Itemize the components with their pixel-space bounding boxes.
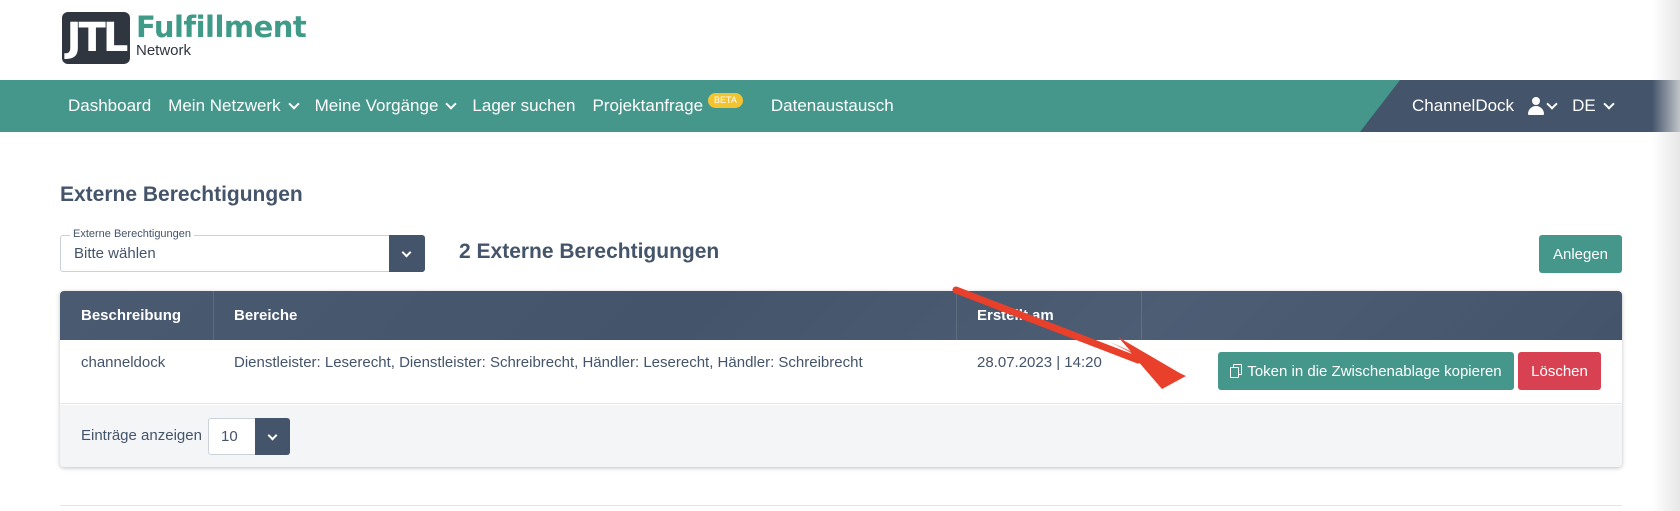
user-icon xyxy=(1528,97,1545,115)
user-menu[interactable] xyxy=(1514,97,1558,115)
permissions-table: Beschreibung Bereiche Erstellt am channe… xyxy=(60,291,1622,467)
column-header-beschreibung: Beschreibung xyxy=(81,307,182,324)
page-size-select[interactable]: 10 xyxy=(208,418,290,455)
cell-erstellt-am: 28.07.2023 | 14:20 xyxy=(977,354,1102,371)
logo-title: Fulfillment xyxy=(136,10,307,44)
results-count: 2 Externe Berechtigungen xyxy=(459,240,720,263)
table-footer: Einträge anzeigen 10 xyxy=(60,405,1622,467)
permissions-select[interactable]: Externe Berechtigungen Bitte wählen xyxy=(60,228,425,272)
nav-item-projektanfrage[interactable]: Projektanfrage BETA xyxy=(592,92,743,116)
select-label: Externe Berechtigungen xyxy=(70,228,195,240)
page-title: Externe Berechtigungen xyxy=(60,183,303,206)
nav-item-label: Mein Netzwerk xyxy=(168,96,281,115)
page-size-label: Einträge anzeigen xyxy=(81,427,202,444)
table-header: Beschreibung Bereiche Erstellt am xyxy=(60,291,1622,340)
page-size-dropdown-button[interactable] xyxy=(255,418,290,455)
nav-item-label: Lager suchen xyxy=(472,96,576,115)
nav-item-label: Dashboard xyxy=(68,96,152,115)
nav-item-label: Datenaustausch xyxy=(770,96,894,115)
nav-item-lager-suchen[interactable]: Lager suchen xyxy=(472,96,575,116)
chevron-down-icon xyxy=(401,247,412,258)
account-area: ChannelDock DE xyxy=(1360,80,1680,132)
delete-button[interactable]: Löschen xyxy=(1518,352,1601,390)
nav-item-dashboard[interactable]: Dashboard xyxy=(68,96,151,116)
logo-mark: JTL xyxy=(62,12,130,64)
scroll-shadow xyxy=(1652,0,1680,511)
chevron-down-icon xyxy=(287,97,300,110)
chevron-down-icon xyxy=(267,430,278,441)
account-name[interactable]: ChannelDock xyxy=(1412,96,1514,116)
chevron-down-icon xyxy=(1546,97,1558,110)
divider xyxy=(60,505,1622,506)
chevron-down-icon xyxy=(1603,97,1615,110)
nav-item-label: Projektanfrage xyxy=(592,96,704,115)
column-header-bereiche: Bereiche xyxy=(234,307,298,324)
chevron-down-icon xyxy=(445,97,458,110)
page-size-value: 10 xyxy=(221,428,238,445)
nav-item-meine-vorgaenge[interactable]: Meine Vorgänge xyxy=(314,96,458,116)
copy-token-label: Token in die Zwischenablage kopieren xyxy=(1247,362,1502,380)
create-button[interactable]: Anlegen xyxy=(1539,235,1622,273)
nav-item-mein-netzwerk[interactable]: Mein Netzwerk xyxy=(168,96,300,116)
copy-token-button[interactable]: Token in die Zwischenablage kopieren xyxy=(1218,352,1514,390)
header: JTL Fulfillment Network xyxy=(0,0,1680,80)
copy-icon xyxy=(1230,364,1243,378)
select-value: Bitte wählen xyxy=(74,245,156,262)
column-header-erstellt-am: Erstellt am xyxy=(977,307,1054,324)
cell-bereiche: Dienstleister: Leserecht, Dienstleister:… xyxy=(234,354,863,371)
beta-badge: BETA xyxy=(708,92,743,108)
cell-beschreibung: channeldock xyxy=(81,354,166,371)
nav-item-label: Meine Vorgänge xyxy=(314,96,439,115)
logo[interactable]: JTL Fulfillment Network xyxy=(62,10,307,64)
language-selector[interactable]: DE xyxy=(1572,96,1615,116)
main-navbar: Dashboard Mein Netzwerk Meine Vorgänge L… xyxy=(0,80,1680,132)
logo-subtitle: Network xyxy=(136,42,192,59)
select-dropdown-button[interactable] xyxy=(389,235,425,272)
nav-item-datenaustausch[interactable]: Datenaustausch xyxy=(771,96,894,116)
